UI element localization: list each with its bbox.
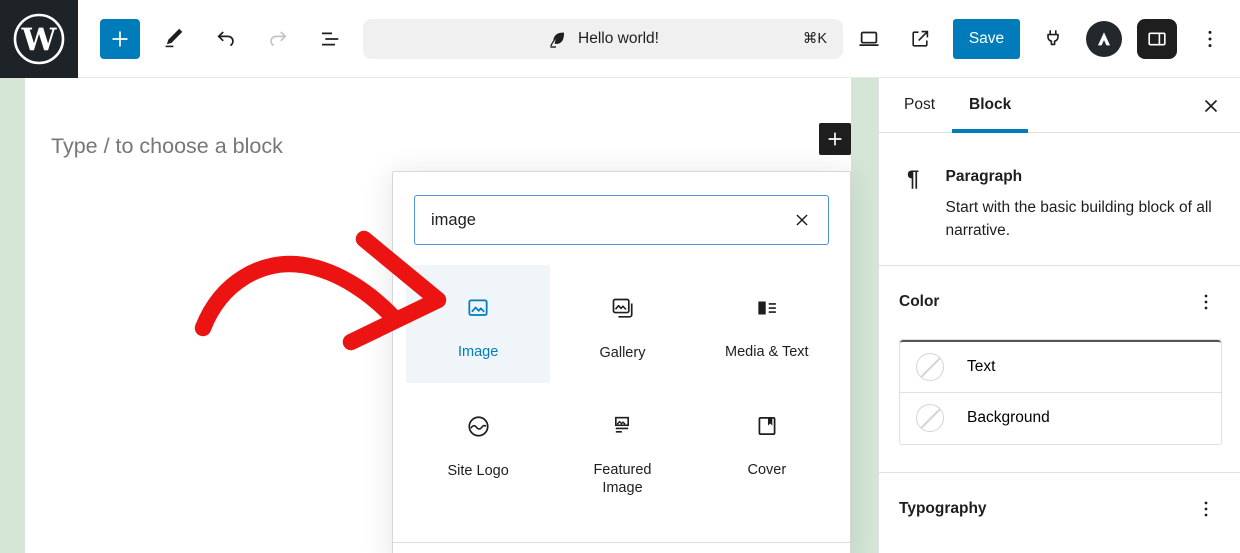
block-tile-label: Cover xyxy=(747,462,787,478)
pencil-icon xyxy=(165,28,183,48)
block-tile-cover[interactable]: Cover xyxy=(695,383,839,501)
background-color-label: Background xyxy=(967,409,1050,426)
block-search-input[interactable] xyxy=(431,210,788,230)
block-tile-site-logo[interactable]: Site Logo xyxy=(406,383,550,501)
kebab-icon xyxy=(1204,294,1208,309)
sidebar-toggle-icon xyxy=(1148,32,1166,46)
typography-section-header: Typography xyxy=(879,473,1240,523)
clear-search-button[interactable] xyxy=(788,206,816,234)
image-block-icon xyxy=(468,299,488,316)
text-color-row[interactable]: Text xyxy=(900,339,1221,392)
a-logo-icon xyxy=(1097,32,1111,46)
background-color-row[interactable]: Background xyxy=(900,391,1221,444)
settings-sidebar-toggle-button[interactable] xyxy=(1137,19,1177,59)
site-logo-block-icon xyxy=(468,416,489,437)
empty-block-placeholder[interactable]: Type / to choose a block xyxy=(51,134,283,159)
plus-icon xyxy=(828,132,842,146)
block-card-description: Start with the basic building block of a… xyxy=(945,199,1212,240)
external-link-icon xyxy=(912,30,929,47)
wordpress-admin-button[interactable]: W xyxy=(0,0,78,78)
color-section-title: Color xyxy=(899,292,940,310)
typography-options-button[interactable] xyxy=(1192,495,1220,523)
block-tile-label: Site Logo xyxy=(447,463,509,479)
document-overview-button[interactable] xyxy=(312,21,348,57)
color-section-header: Color xyxy=(879,266,1240,316)
close-sidebar-button[interactable] xyxy=(1196,91,1226,121)
no-color-swatch xyxy=(916,404,944,432)
view-site-button[interactable] xyxy=(902,21,938,57)
svg-text:W: W xyxy=(21,22,58,58)
block-tile-image[interactable]: Image xyxy=(406,265,551,383)
block-tile-media-text[interactable]: Media & Text xyxy=(695,265,839,383)
redo-icon xyxy=(270,31,287,47)
list-view-icon xyxy=(322,32,339,46)
document-title: Hello world! xyxy=(578,30,659,47)
block-card: ¶ Paragraph Start with the basic buildin… xyxy=(879,133,1240,266)
redo-button[interactable] xyxy=(260,21,296,57)
sidebar-tabs: Post Block xyxy=(879,78,1240,133)
tab-block[interactable]: Block xyxy=(952,78,1029,133)
wordpress-block-editor: W Hello world! ⌘K Save Type / to choose … xyxy=(0,0,1240,553)
block-tile-gallery[interactable]: Gallery xyxy=(550,265,694,383)
tab-post[interactable]: Post xyxy=(887,78,952,132)
tools-button[interactable] xyxy=(156,21,192,57)
block-tile-label: Featured Image xyxy=(593,462,652,497)
toggle-block-inserter-button[interactable] xyxy=(100,19,140,59)
text-color-label: Text xyxy=(967,357,996,375)
cover-block-icon xyxy=(758,417,776,435)
font-size-row: SIZE xyxy=(879,523,1240,553)
featured-image-block-icon xyxy=(615,416,630,433)
size-settings-button[interactable] xyxy=(1192,549,1220,553)
command-shortcut: ⌘K xyxy=(802,31,827,47)
undo-icon xyxy=(217,31,234,47)
save-button[interactable]: Save xyxy=(953,19,1020,59)
typography-section-title: Typography xyxy=(899,499,987,517)
media-text-block-icon xyxy=(758,301,776,315)
block-tile-label: Image xyxy=(458,344,499,360)
laptop-icon xyxy=(859,31,879,47)
wordpress-logo-icon: W xyxy=(13,13,65,65)
block-card-text: Paragraph Start with the basic building … xyxy=(945,168,1216,243)
topbar-left-tools xyxy=(100,0,348,78)
block-card-title: Paragraph xyxy=(945,168,1023,185)
add-block-button[interactable] xyxy=(819,123,851,155)
editor-canvas: Type / to choose a block image Image Gal… xyxy=(0,78,878,553)
color-options-button[interactable] xyxy=(1192,288,1220,316)
editor-topbar: W Hello world! ⌘K Save xyxy=(0,0,1240,78)
close-icon xyxy=(1204,99,1218,113)
view-button[interactable] xyxy=(851,21,887,57)
block-tile-label: Gallery xyxy=(599,345,646,361)
settings-sidebar: Post Block ¶ Paragraph Start with the ba… xyxy=(878,78,1240,553)
color-settings-list: Text Background xyxy=(899,338,1222,445)
block-inserter-popup: Image Gallery xyxy=(392,171,851,553)
paragraph-icon: ¶ xyxy=(907,166,920,191)
block-tile-featured-image[interactable]: Featured Image xyxy=(550,383,694,501)
plug-icon xyxy=(1047,30,1059,46)
editor-workspace: Type / to choose a block image Image Gal… xyxy=(0,78,1240,553)
gallery-block-icon xyxy=(612,298,633,318)
block-tile-label: Media & Text xyxy=(725,344,809,360)
undo-button[interactable] xyxy=(208,21,244,57)
popup-footer-divider xyxy=(393,542,850,543)
no-color-swatch xyxy=(916,352,944,381)
plugin-logo-button[interactable] xyxy=(1086,21,1122,57)
close-icon xyxy=(796,214,808,226)
plus-icon xyxy=(112,31,128,47)
quill-icon xyxy=(550,32,565,48)
kebab-icon xyxy=(1204,501,1208,516)
block-search-field xyxy=(414,195,829,245)
plugins-button[interactable] xyxy=(1035,21,1071,57)
options-menu-button[interactable] xyxy=(1192,21,1228,57)
kebab-icon xyxy=(1208,30,1212,48)
document-bar[interactable]: Hello world! ⌘K xyxy=(363,19,843,59)
topbar-right-tools: Save xyxy=(851,0,1228,78)
block-results-grid: Image Gallery Media & Text Site Logo Fea… xyxy=(406,265,839,501)
